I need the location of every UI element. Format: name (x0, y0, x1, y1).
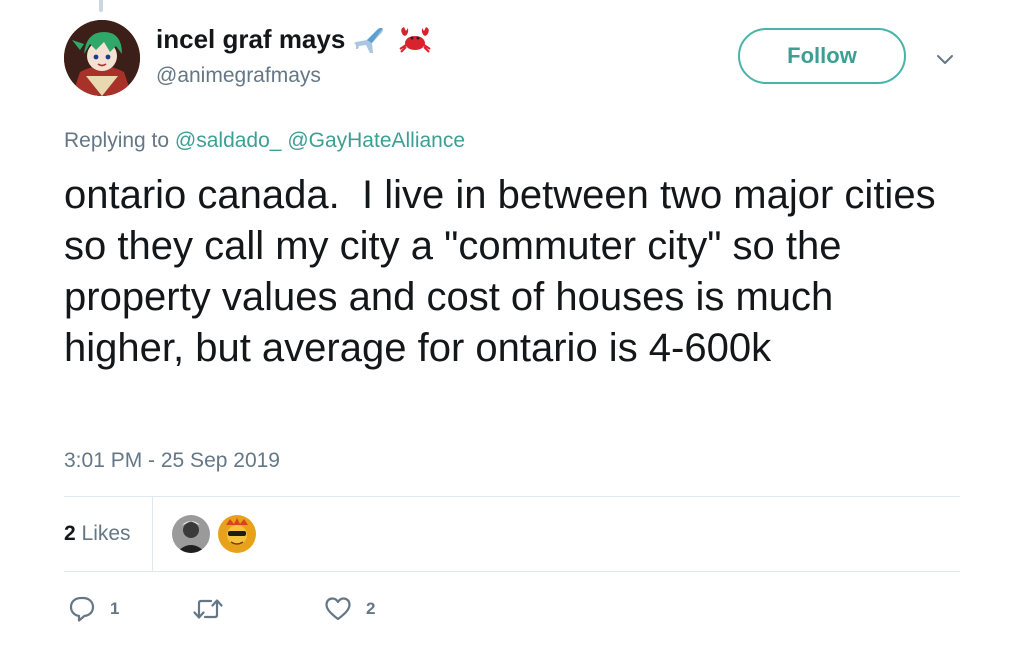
tweet-timestamp[interactable]: 3:01 PM - 25 Sep 2019 (64, 449, 280, 473)
reply-icon (69, 596, 95, 622)
likes-label: Likes (81, 522, 131, 545)
thread-line (99, 0, 103, 12)
avatar-image (64, 20, 140, 96)
retweet-button[interactable] (191, 595, 239, 623)
author-avatar[interactable] (64, 20, 140, 96)
chevron-down-icon[interactable] (933, 48, 957, 72)
like-count: 2 (366, 599, 376, 618)
liker-avatar-2[interactable] (218, 515, 256, 553)
reply-count: 1 (110, 599, 120, 618)
retweet-icon (193, 599, 223, 619)
reply-context-prefix: Replying to (64, 129, 170, 152)
follow-button[interactable]: Follow (738, 28, 906, 84)
divider (152, 497, 153, 571)
divider (64, 571, 960, 572)
reply-button[interactable]: 1 (68, 595, 119, 623)
author-handle[interactable]: @animegrafmays (156, 64, 321, 88)
display-name-row: incel graf mays (156, 24, 433, 55)
reply-context: Replying to @saldado_ @GayHateAlliance (64, 129, 465, 153)
like-button[interactable]: 2 (324, 595, 375, 623)
author-display-name[interactable]: incel graf mays (156, 24, 345, 55)
tweet-text: ontario canada. I live in between two ma… (64, 173, 947, 370)
likes-count: 2 (64, 522, 76, 545)
reply-mention-link[interactable]: @GayHateAlliance (287, 129, 465, 152)
reply-mention-link[interactable]: @saldado_ (175, 129, 282, 152)
crab-emoji (397, 25, 433, 55)
heart-icon (325, 597, 351, 621)
airplane-emoji (353, 25, 389, 55)
liker-avatar-1[interactable] (172, 515, 210, 553)
likes-stat[interactable]: 2 Likes (64, 522, 131, 546)
divider (64, 496, 960, 497)
